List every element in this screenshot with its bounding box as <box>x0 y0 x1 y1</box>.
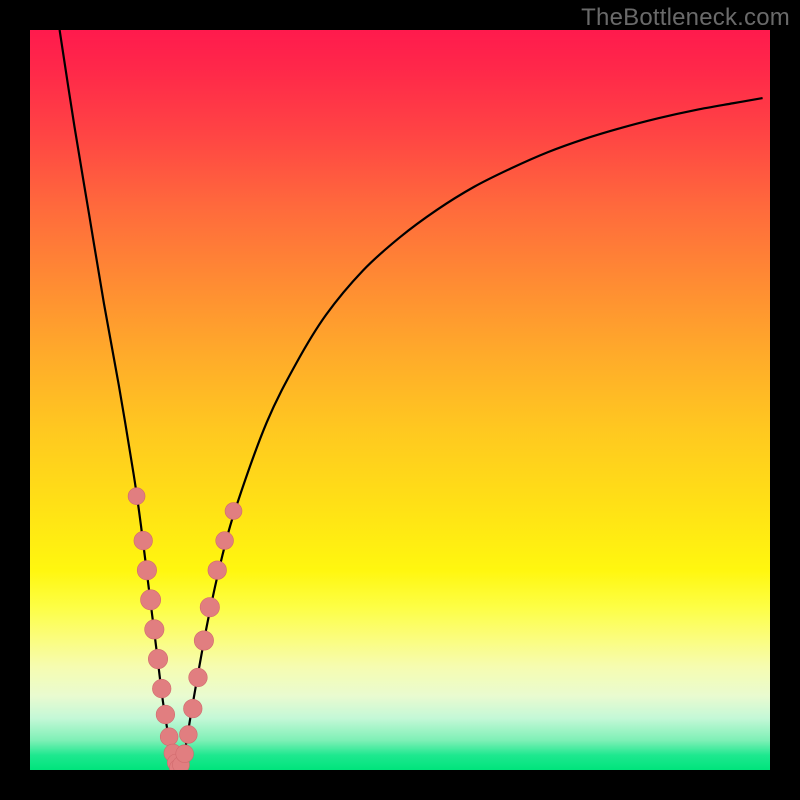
data-dot <box>145 620 164 639</box>
data-dot <box>128 488 145 505</box>
data-dot <box>152 679 171 698</box>
data-dot <box>225 503 242 520</box>
data-dot <box>137 561 156 580</box>
data-dots <box>128 488 242 770</box>
data-dot <box>176 745 194 763</box>
data-dot <box>216 532 234 550</box>
data-dot <box>184 699 203 718</box>
data-dot <box>200 598 219 617</box>
data-dot <box>141 590 161 610</box>
chart-svg <box>30 30 770 770</box>
data-dot <box>134 531 153 550</box>
data-dot <box>148 649 167 668</box>
data-dot <box>194 631 213 650</box>
data-dot <box>156 705 175 724</box>
plot-area <box>30 30 770 770</box>
data-dot <box>179 726 197 744</box>
watermark-text: TheBottleneck.com <box>581 4 790 32</box>
data-dot <box>189 668 208 687</box>
data-dot <box>160 728 178 746</box>
outer-frame: TheBottleneck.com <box>0 0 800 800</box>
data-dot <box>208 561 227 580</box>
